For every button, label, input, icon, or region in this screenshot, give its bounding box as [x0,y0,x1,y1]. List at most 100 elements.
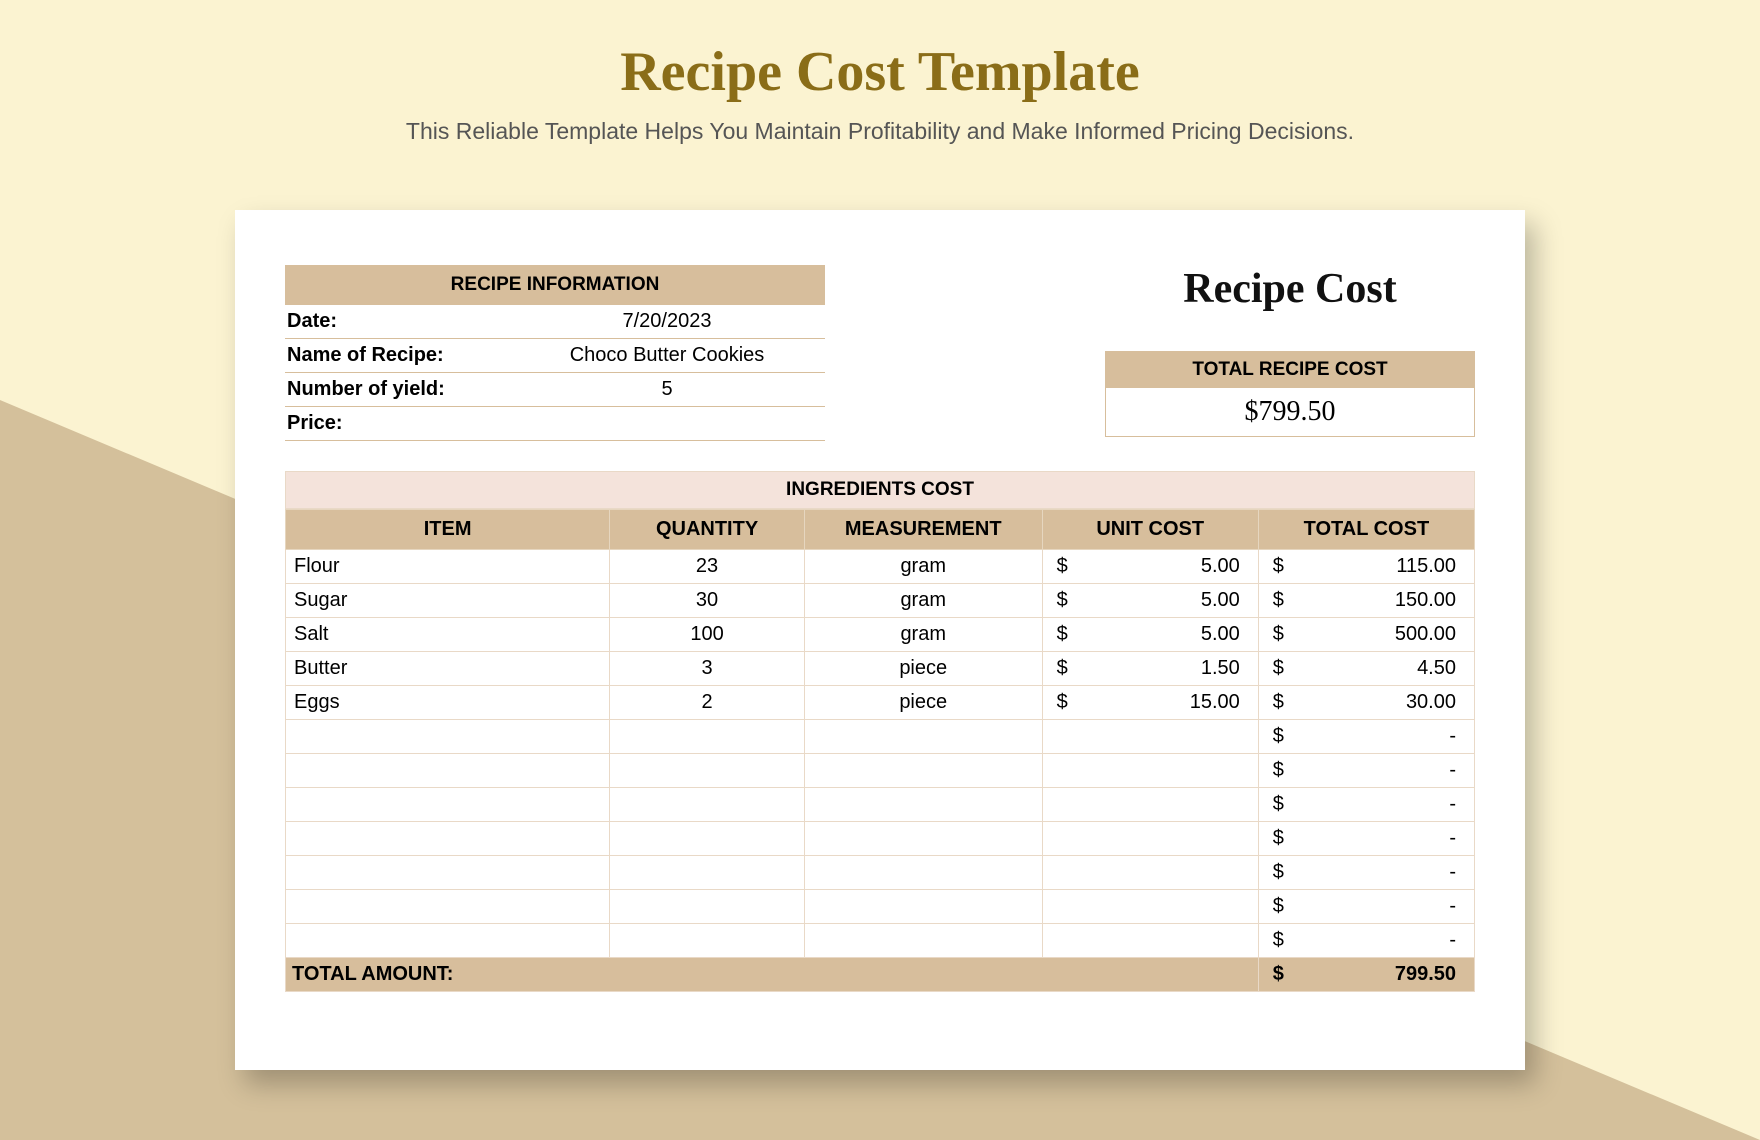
cell-total: $- [1258,720,1474,754]
cell-item [286,720,610,754]
total-cost-value: - [1449,793,1456,816]
cell-total: $- [1258,856,1474,890]
table-row: Flour23gram$5.00$115.00 [286,550,1475,584]
cell-unit [1042,822,1258,856]
cell-item: Butter [286,652,610,686]
cell-total: $- [1258,754,1474,788]
cell-qty: 3 [610,652,805,686]
currency-symbol: $ [1273,623,1284,646]
cell-unit [1042,856,1258,890]
unit-cost-value: 15.00 [1190,691,1240,714]
cell-item [286,856,610,890]
cell-item [286,890,610,924]
cell-total: $500.00 [1258,618,1474,652]
cell-qty [610,856,805,890]
cell-qty [610,822,805,856]
cell-qty [610,924,805,958]
cell-item [286,924,610,958]
info-row-yield: Number of yield: 5 [285,373,825,407]
currency-symbol: $ [1273,691,1284,714]
info-value: 7/20/2023 [517,310,817,333]
cell-qty: 100 [610,618,805,652]
total-cost-value: 30.00 [1406,691,1456,714]
cell-unit: $5.00 [1042,618,1258,652]
currency-symbol: $ [1273,963,1284,986]
currency-symbol: $ [1273,589,1284,612]
cell-total: $30.00 [1258,686,1474,720]
cell-meas [804,924,1042,958]
table-row: $- [286,890,1475,924]
currency-symbol: $ [1057,691,1068,714]
info-label: Number of yield: [287,378,517,401]
cell-meas: gram [804,584,1042,618]
info-value [517,412,817,435]
cell-meas: piece [804,686,1042,720]
total-cost-value: - [1449,759,1456,782]
recipe-info-header: RECIPE INFORMATION [285,265,825,305]
cell-unit: $5.00 [1042,584,1258,618]
cell-meas [804,720,1042,754]
page-title: Recipe Cost Template [0,40,1760,104]
total-cost-value: $799.50 [1106,388,1474,436]
cell-total: $4.50 [1258,652,1474,686]
cell-item: Sugar [286,584,610,618]
cell-meas [804,890,1042,924]
unit-cost-value: 5.00 [1201,555,1240,578]
table-footer-row: TOTAL AMOUNT: $ 799.50 [286,958,1475,992]
cell-qty: 30 [610,584,805,618]
info-row-name: Name of Recipe: Choco Butter Cookies [285,339,825,373]
table-row: $- [286,856,1475,890]
summary-title: Recipe Cost [1105,265,1475,313]
currency-symbol: $ [1273,793,1284,816]
cell-item [286,788,610,822]
cell-qty [610,890,805,924]
page-header: Recipe Cost Template This Reliable Templ… [0,0,1760,145]
cell-unit: $1.50 [1042,652,1258,686]
cell-meas: gram [804,550,1042,584]
ingredients-section: INGREDIENTS COST ITEM QUANTITY MEASUREME… [285,471,1475,992]
cell-total: $- [1258,822,1474,856]
cell-total: $- [1258,890,1474,924]
total-cost-value: - [1449,895,1456,918]
cell-unit [1042,720,1258,754]
table-row: $- [286,788,1475,822]
info-label: Price: [287,412,517,435]
unit-cost-value: 5.00 [1201,623,1240,646]
currency-symbol: $ [1273,657,1284,680]
cell-unit [1042,788,1258,822]
cell-meas [804,822,1042,856]
cell-unit [1042,890,1258,924]
page-subtitle: This Reliable Template Helps You Maintai… [0,118,1760,145]
total-cost-value: 500.00 [1395,623,1456,646]
cell-qty: 2 [610,686,805,720]
info-label: Name of Recipe: [287,344,517,367]
cell-qty [610,720,805,754]
cell-qty: 23 [610,550,805,584]
currency-symbol: $ [1057,555,1068,578]
table-row: Salt100gram$5.00$500.00 [286,618,1475,652]
cell-meas: piece [804,652,1042,686]
currency-symbol: $ [1273,827,1284,850]
ingredients-table: ITEM QUANTITY MEASUREMENT UNIT COST TOTA… [285,509,1475,992]
cell-unit: $5.00 [1042,550,1258,584]
cell-meas [804,788,1042,822]
total-cost-value: 4.50 [1417,657,1456,680]
currency-symbol: $ [1273,759,1284,782]
cell-total: $- [1258,924,1474,958]
cell-total: $150.00 [1258,584,1474,618]
info-value: Choco Butter Cookies [517,344,817,367]
page-background: Recipe Cost Template This Reliable Templ… [0,0,1760,1140]
currency-symbol: $ [1057,657,1068,680]
cell-unit: $15.00 [1042,686,1258,720]
table-row: $- [286,924,1475,958]
currency-symbol: $ [1273,725,1284,748]
unit-cost-value: 5.00 [1201,589,1240,612]
currency-symbol: $ [1273,895,1284,918]
total-amount-value: 799.50 [1395,963,1456,986]
recipe-info-box: RECIPE INFORMATION Date: 7/20/2023 Name … [285,265,825,441]
total-cost-value: 115.00 [1396,555,1456,578]
cell-unit [1042,924,1258,958]
table-row: $- [286,754,1475,788]
col-item: ITEM [286,510,610,550]
currency-symbol: $ [1273,861,1284,884]
